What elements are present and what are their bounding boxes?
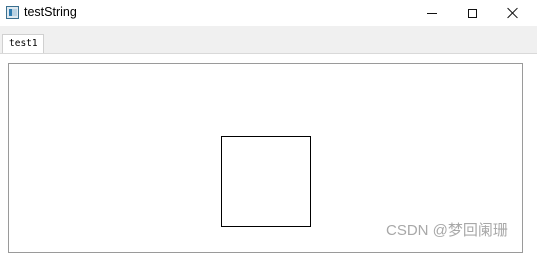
tab-bar: test1: [0, 26, 537, 54]
app-icon: [6, 6, 19, 19]
minimize-button[interactable]: [412, 0, 452, 26]
maximize-icon: [467, 8, 477, 18]
app-window: testString test1 CSDN @梦回阑珊: [0, 0, 537, 253]
maximize-button[interactable]: [452, 0, 492, 26]
minimize-icon: [427, 12, 437, 14]
close-button[interactable]: [493, 0, 533, 26]
window-title: testString: [24, 5, 77, 19]
tab-test1[interactable]: test1: [2, 34, 44, 53]
title-bar[interactable]: testString: [0, 0, 537, 26]
close-icon: [507, 7, 519, 19]
square-shape: [221, 136, 311, 227]
watermark-text: CSDN @梦回阑珊: [386, 222, 508, 239]
